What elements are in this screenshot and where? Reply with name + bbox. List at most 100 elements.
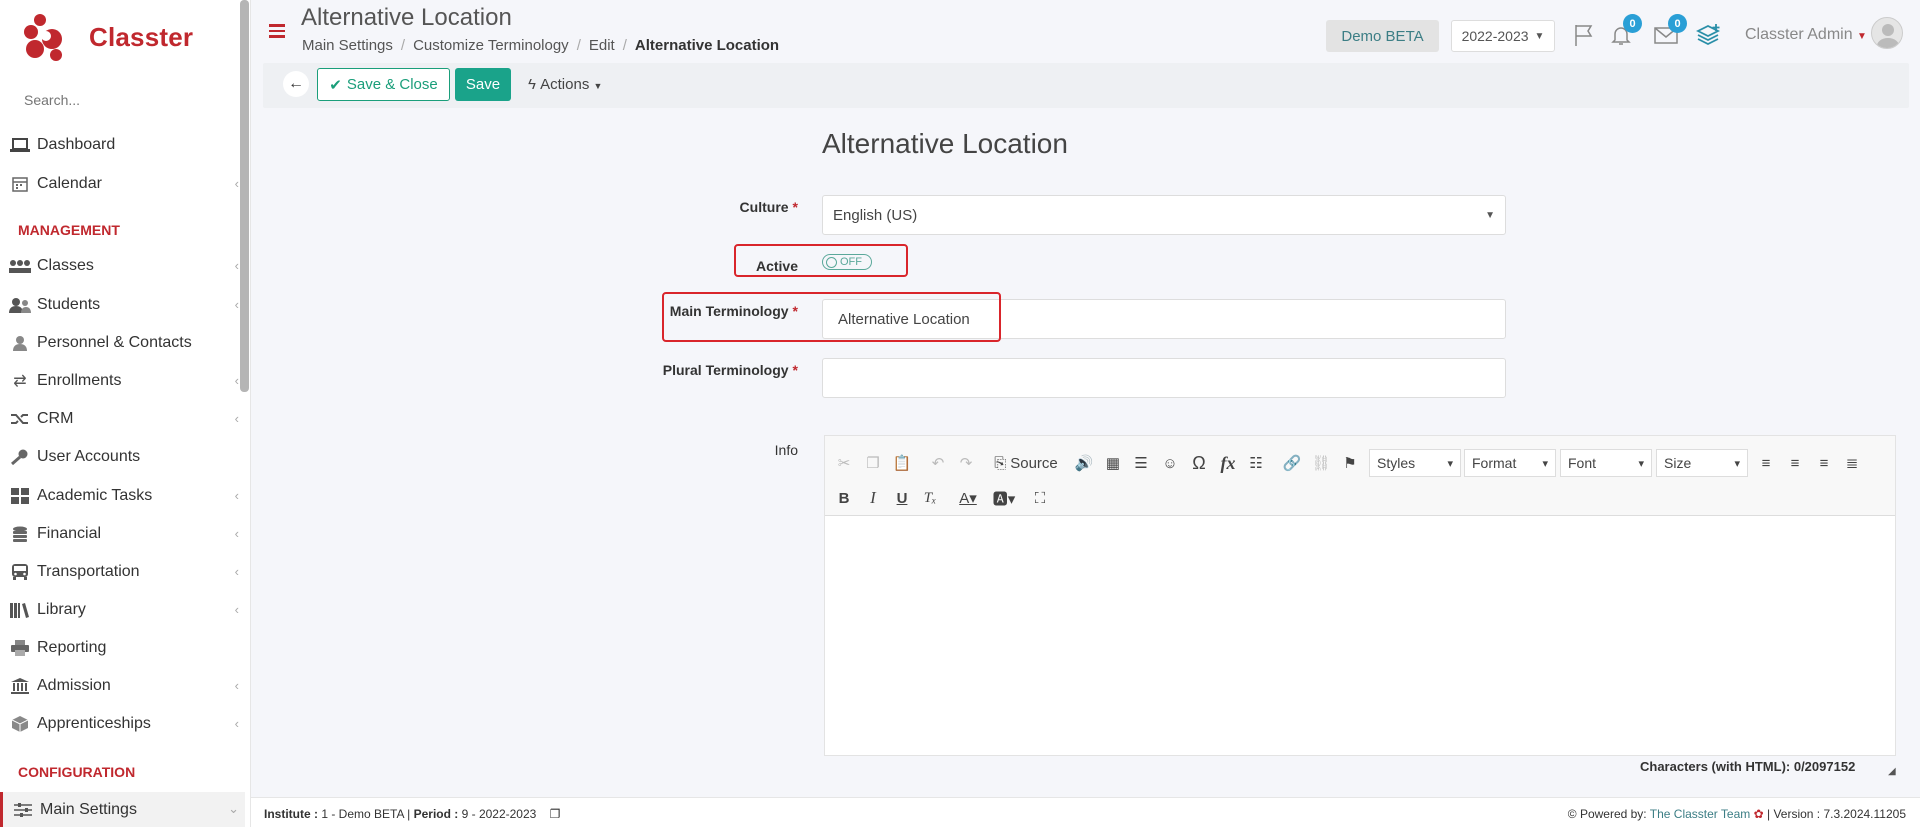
text-color-icon[interactable]: A▾ bbox=[953, 486, 983, 510]
classter-team-link[interactable]: The Classter Team bbox=[1650, 807, 1750, 821]
remove-format-icon[interactable]: Tₓ bbox=[919, 486, 941, 510]
link-icon[interactable]: 🔗 bbox=[1281, 451, 1303, 475]
horizontal-line-icon[interactable]: ☰ bbox=[1130, 451, 1152, 475]
justify-icon[interactable]: ≣ bbox=[1841, 451, 1863, 475]
culture-label-text: Culture bbox=[739, 199, 789, 215]
culture-select[interactable]: English (US) ▼ bbox=[822, 195, 1506, 235]
flag-icon[interactable] bbox=[1569, 20, 1599, 50]
copy-icon[interactable]: ❐ bbox=[862, 451, 884, 475]
breadcrumb-main-settings[interactable]: Main Settings bbox=[302, 37, 393, 54]
sidebar-item-main-settings[interactable]: Main Settings ⌄ bbox=[0, 792, 245, 827]
sidebar-item-personnel[interactable]: Personnel & Contacts bbox=[0, 328, 245, 358]
save-button[interactable]: Save bbox=[455, 68, 511, 101]
unlink-icon[interactable]: ⛓ bbox=[1310, 451, 1332, 475]
user-name: Classter Admin bbox=[1745, 26, 1853, 43]
maximize-icon[interactable]: ⛶ bbox=[1029, 486, 1051, 510]
breadcrumb-edit[interactable]: Edit bbox=[589, 37, 615, 54]
sliders-icon bbox=[12, 801, 34, 819]
sidebar-item-students[interactable]: Students ‹ bbox=[0, 290, 245, 320]
editor-content-area[interactable] bbox=[825, 517, 1895, 755]
sidebar-item-classes[interactable]: Classes ‹ bbox=[0, 251, 245, 281]
person-icon bbox=[9, 334, 31, 352]
align-left-icon[interactable]: ≡ bbox=[1755, 451, 1777, 475]
sidebar-scrollbar[interactable] bbox=[240, 0, 249, 392]
sidebar-item-label: Admission bbox=[37, 677, 111, 694]
table-icon[interactable]: ▦ bbox=[1102, 451, 1124, 475]
sidebar-item-user-accounts[interactable]: User Accounts bbox=[0, 442, 245, 472]
align-right-icon[interactable]: ≡ bbox=[1813, 451, 1835, 475]
character-count: Characters (with HTML): 0/2097152 bbox=[1640, 759, 1856, 774]
sidebar-item-apprenticeships[interactable]: Apprenticeships ‹ bbox=[0, 709, 245, 739]
sidebar: Classter Dashboard Calendar ‹ MANAGEMENT… bbox=[0, 0, 251, 827]
list-icon[interactable]: ☷ bbox=[1245, 451, 1267, 475]
source-button[interactable]: ⎘ Source bbox=[991, 451, 1061, 475]
layers-add-icon[interactable] bbox=[1694, 20, 1724, 50]
sidebar-item-academic-tasks[interactable]: Academic Tasks ‹ bbox=[0, 481, 245, 511]
plural-terminology-input[interactable] bbox=[822, 358, 1506, 398]
envelope-icon[interactable]: 0 bbox=[1651, 14, 1687, 50]
logo[interactable]: Classter bbox=[22, 12, 193, 62]
resize-handle-icon[interactable]: ◢ bbox=[1888, 766, 1896, 777]
underline-icon[interactable]: U bbox=[891, 486, 913, 510]
top-bar: Alternative Location Main Settings / Cust… bbox=[251, 0, 1920, 64]
chevron-left-icon: ‹ bbox=[234, 176, 239, 191]
undo-icon[interactable]: ↶ bbox=[927, 451, 949, 475]
rich-text-editor[interactable]: ✂ ❐ 📋 ↶ ↷ ⎘ Source 🔊 ▦ ☰ ☺ Ω fx ☷ 🔗 ⛓ ⚑ S… bbox=[824, 435, 1896, 756]
smiley-icon[interactable]: ☺ bbox=[1159, 451, 1181, 475]
institute-button[interactable]: Demo BETA bbox=[1326, 20, 1439, 52]
notification-badge: 0 bbox=[1623, 14, 1642, 33]
chevron-down-icon: ⌄ bbox=[228, 801, 239, 816]
actions-label: Actions bbox=[540, 76, 590, 93]
styles-dropdown[interactable]: Styles bbox=[1369, 449, 1461, 477]
omega-icon[interactable]: Ω bbox=[1188, 451, 1210, 475]
sidebar-item-library[interactable]: Library ‹ bbox=[0, 595, 245, 625]
paste-icon[interactable]: 📋 bbox=[891, 451, 913, 475]
bank-icon bbox=[9, 677, 31, 695]
size-dropdown[interactable]: Size bbox=[1656, 449, 1748, 477]
sidebar-item-calendar[interactable]: Calendar ‹ bbox=[0, 169, 245, 199]
hamburger-menu-icon[interactable] bbox=[269, 24, 285, 38]
anchor-flag-icon[interactable]: ⚑ bbox=[1339, 451, 1361, 475]
sidebar-item-label: Reporting bbox=[37, 639, 107, 656]
italic-icon[interactable]: I bbox=[862, 486, 884, 510]
format-dropdown[interactable]: Format bbox=[1464, 449, 1556, 477]
sidebar-search-input[interactable] bbox=[24, 92, 224, 108]
background-color-icon[interactable]: 🅰▾ bbox=[989, 486, 1019, 510]
cube-icon bbox=[9, 715, 31, 733]
sidebar-item-dashboard[interactable]: Dashboard bbox=[0, 130, 245, 160]
user-menu[interactable]: Classter Admin ▼ bbox=[1745, 26, 1867, 44]
sidebar-item-reporting[interactable]: Reporting bbox=[0, 633, 245, 663]
caret-down-icon: ▼ bbox=[593, 81, 603, 91]
form-title: Alternative Location bbox=[822, 128, 1068, 159]
highlight-active bbox=[734, 244, 908, 277]
institute-value: 1 - Demo BETA | bbox=[318, 807, 414, 821]
bell-icon[interactable]: 0 bbox=[1606, 14, 1642, 50]
redo-icon[interactable]: ↷ bbox=[955, 451, 977, 475]
copy-icon[interactable]: ❐ bbox=[550, 807, 561, 821]
year-select[interactable]: 2022-2023 ▼ bbox=[1451, 20, 1555, 52]
students-icon bbox=[9, 296, 31, 314]
sidebar-item-admission[interactable]: Admission ‹ bbox=[0, 671, 245, 701]
font-dropdown[interactable]: Font bbox=[1560, 449, 1652, 477]
source-label: Source bbox=[1010, 454, 1058, 472]
formula-icon[interactable]: fx bbox=[1217, 451, 1239, 475]
cut-icon[interactable]: ✂ bbox=[833, 451, 855, 475]
avatar[interactable] bbox=[1871, 17, 1903, 49]
sidebar-item-enrollments[interactable]: ⇄ Enrollments ‹ bbox=[0, 366, 245, 396]
align-center-icon[interactable]: ≡ bbox=[1784, 451, 1806, 475]
sidebar-item-financial[interactable]: Financial ‹ bbox=[0, 519, 245, 549]
bold-icon[interactable]: B bbox=[833, 486, 855, 510]
sidebar-item-label: Transportation bbox=[37, 563, 140, 580]
sidebar-item-transportation[interactable]: Transportation ‹ bbox=[0, 557, 245, 587]
sidebar-item-crm[interactable]: CRM ‹ bbox=[0, 404, 245, 434]
editor-toolbar: ✂ ❐ 📋 ↶ ↷ ⎘ Source 🔊 ▦ ☰ ☺ Ω fx ☷ 🔗 ⛓ ⚑ S… bbox=[825, 436, 1895, 516]
breadcrumb-customize-terminology[interactable]: Customize Terminology bbox=[413, 37, 569, 54]
check-icon: ✔ bbox=[329, 76, 342, 94]
chevron-left-icon: ‹ bbox=[234, 373, 239, 388]
audio-icon[interactable]: 🔊 bbox=[1073, 451, 1095, 475]
actions-dropdown[interactable]: ϟ Actions ▼ bbox=[528, 76, 602, 93]
save-close-button[interactable]: ✔ Save & Close bbox=[317, 68, 450, 101]
back-arrow-icon[interactable]: ← bbox=[283, 71, 309, 97]
chevron-left-icon: ‹ bbox=[234, 526, 239, 541]
year-value: 2022-2023 bbox=[1461, 28, 1529, 44]
